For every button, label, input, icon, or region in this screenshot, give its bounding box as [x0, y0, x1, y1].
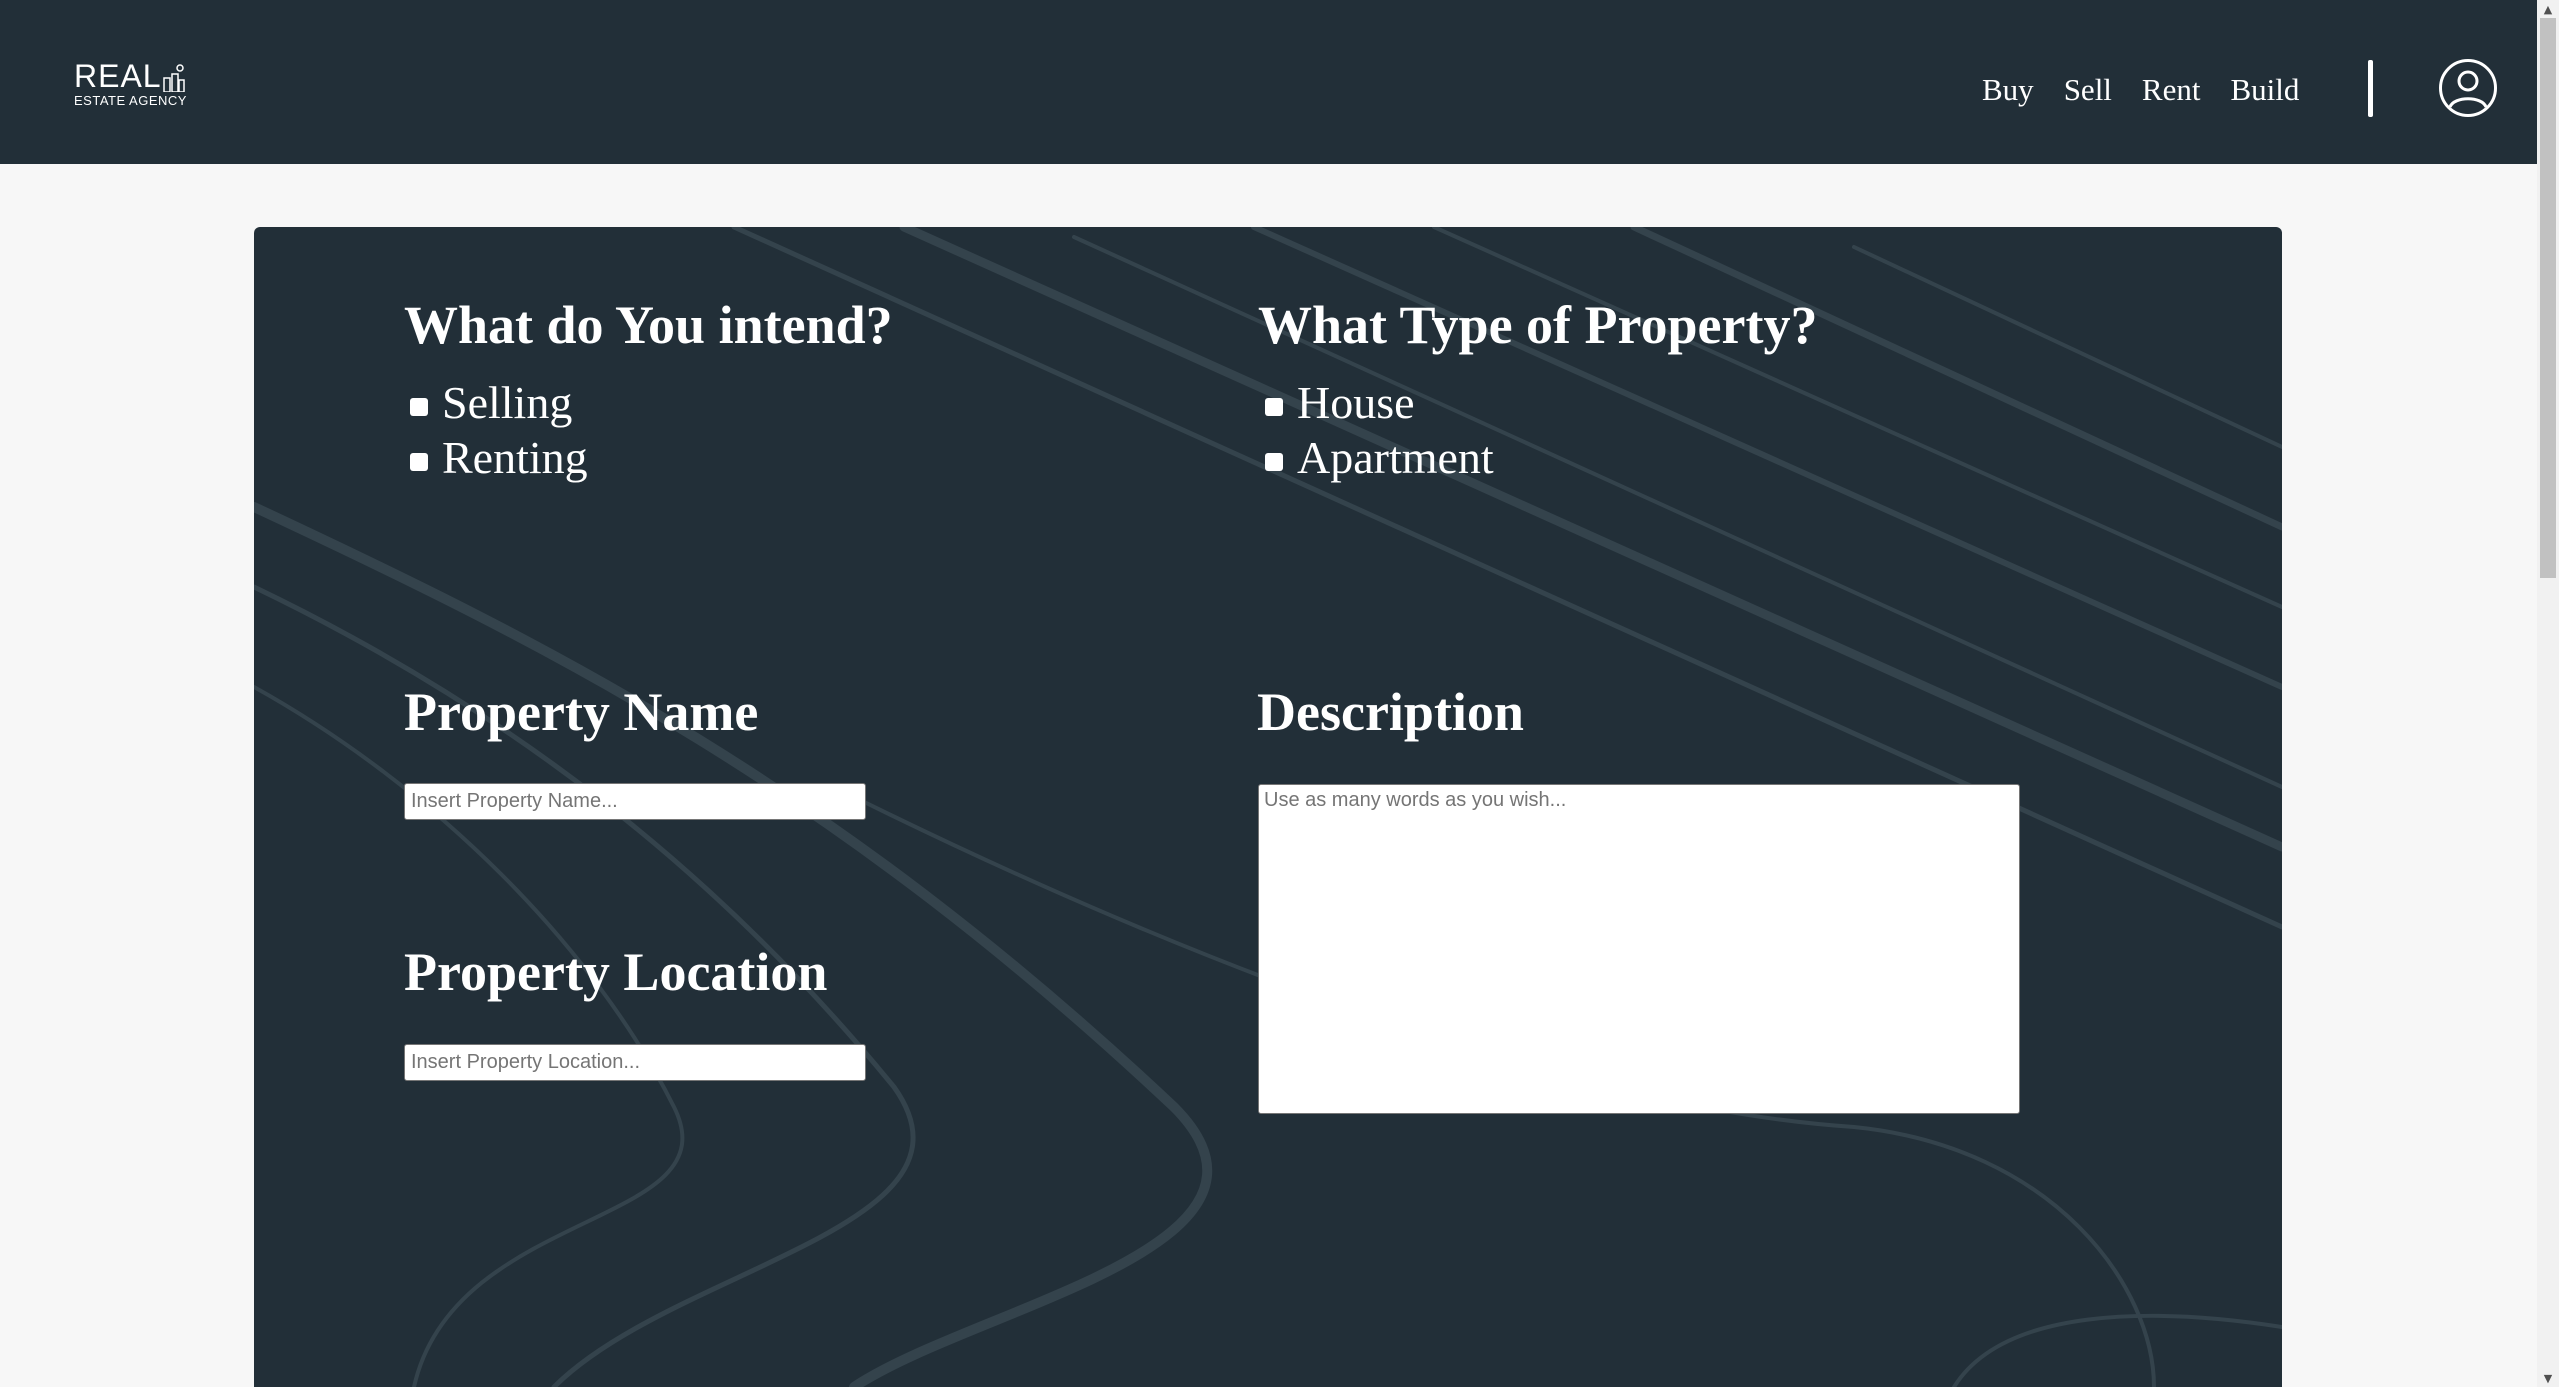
- property-location-heading: Property Location: [404, 942, 828, 1002]
- property-name-heading: Property Name: [404, 682, 759, 742]
- selling-checkbox[interactable]: [410, 398, 428, 416]
- intent-heading: What do You intend?: [404, 295, 893, 355]
- description-heading: Description: [1257, 682, 1524, 742]
- property-location-input[interactable]: [404, 1044, 866, 1081]
- page-scrollbar[interactable]: ▲ ▼: [2537, 0, 2559, 1387]
- user-circle-icon[interactable]: [2438, 58, 2498, 118]
- logo-wordmark: REAL: [74, 58, 162, 94]
- scroll-down-arrow-icon[interactable]: ▼: [2537, 1369, 2559, 1387]
- option-house[interactable]: House: [1259, 377, 1415, 429]
- option-selling[interactable]: Selling: [404, 377, 572, 429]
- logo-subtitle: ESTATE AGENCY: [74, 93, 187, 108]
- nav-divider: [2368, 60, 2373, 117]
- option-label: House: [1297, 377, 1415, 428]
- agency-logo[interactable]: REAL ESTATE AGENCY: [74, 60, 186, 112]
- description-textarea[interactable]: [1258, 784, 2020, 1114]
- top-nav-bar: REAL ESTATE AGENCY Buy Sell Rent Build: [0, 0, 2537, 164]
- nav-build[interactable]: Build: [2230, 70, 2299, 110]
- building-icon: [163, 64, 185, 92]
- house-checkbox[interactable]: [1265, 398, 1283, 416]
- listing-form-panel: What do You intend? Selling Renting What…: [254, 227, 2282, 1387]
- renting-checkbox[interactable]: [410, 453, 428, 471]
- option-label: Selling: [442, 377, 573, 428]
- scroll-up-arrow-icon[interactable]: ▲: [2537, 0, 2559, 18]
- scroll-thumb[interactable]: [2540, 18, 2556, 578]
- option-apartment[interactable]: Apartment: [1259, 432, 1494, 484]
- option-label: Apartment: [1297, 432, 1494, 483]
- option-label: Renting: [442, 432, 588, 483]
- property-name-input[interactable]: [404, 783, 866, 820]
- property-type-heading: What Type of Property?: [1258, 295, 1818, 355]
- option-renting[interactable]: Renting: [404, 432, 588, 484]
- main-nav: Buy Sell Rent Build: [1982, 70, 2299, 110]
- apartment-checkbox[interactable]: [1265, 453, 1283, 471]
- nav-sell[interactable]: Sell: [2064, 70, 2112, 110]
- nav-rent[interactable]: Rent: [2142, 70, 2201, 110]
- nav-buy[interactable]: Buy: [1982, 70, 2034, 110]
